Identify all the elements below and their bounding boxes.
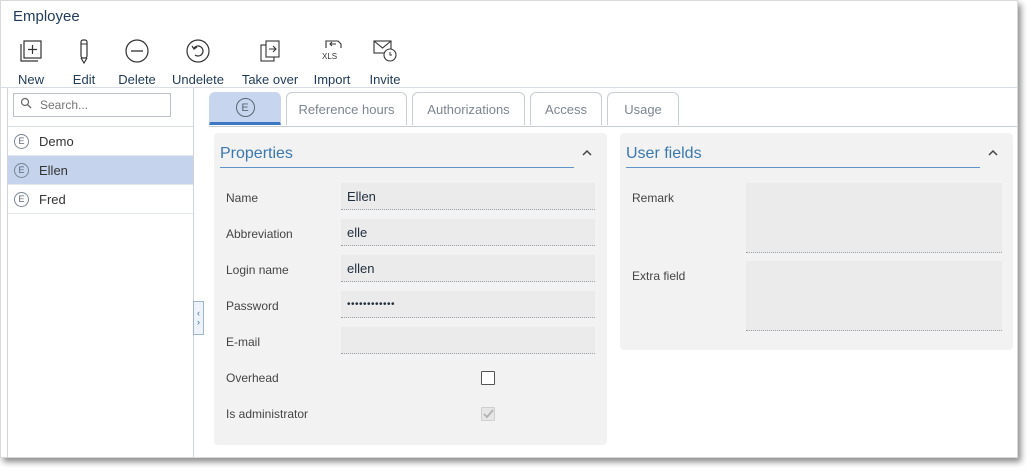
login-name-label: Login name bbox=[226, 263, 289, 277]
chevron-right-icon: › bbox=[197, 317, 200, 327]
extra-field-label: Extra field bbox=[632, 269, 686, 283]
undelete-label: Undelete bbox=[171, 72, 225, 87]
employee-list-panel: E Demo E Ellen E Fred bbox=[7, 88, 194, 458]
is-administrator-label: Is administrator bbox=[226, 407, 309, 421]
take-over-button[interactable]: Take over bbox=[235, 37, 305, 87]
email-label: E-mail bbox=[226, 335, 261, 349]
tab-usage[interactable]: Usage bbox=[607, 92, 679, 125]
password-label: Password bbox=[226, 299, 279, 313]
mail-clock-icon bbox=[371, 37, 399, 70]
overhead-checkbox[interactable] bbox=[481, 371, 495, 385]
tab-access[interactable]: Access bbox=[530, 92, 602, 125]
employee-badge-icon: E bbox=[235, 98, 255, 117]
pencil-icon bbox=[70, 37, 98, 70]
properties-panel: Properties Name Ellen Abbreviation elle … bbox=[214, 133, 607, 445]
user-fields-title-underline bbox=[626, 167, 980, 168]
user-fields-panel: User fields Remark Extra field bbox=[620, 133, 1013, 350]
undelete-button[interactable]: Undelete bbox=[161, 37, 235, 87]
toolbar: New Edit Delete Undelete Take over XLS I… bbox=[7, 37, 411, 87]
tab-employee[interactable]: E bbox=[209, 92, 281, 125]
edit-label: Edit bbox=[72, 72, 96, 87]
delete-button[interactable]: Delete bbox=[113, 37, 161, 87]
invite-label: Invite bbox=[369, 72, 401, 87]
overhead-label: Overhead bbox=[226, 371, 279, 385]
invite-button[interactable]: Invite bbox=[359, 37, 411, 87]
minus-circle-icon bbox=[123, 37, 151, 70]
list-item-fred[interactable]: E Fred bbox=[8, 185, 193, 214]
undo-circle-icon bbox=[184, 37, 212, 70]
name-field[interactable]: Ellen bbox=[341, 183, 595, 210]
employee-window: Employee New Edit Delete Undelete Take o… bbox=[0, 0, 1018, 458]
properties-title-underline bbox=[220, 167, 574, 168]
password-field[interactable]: •••••••••••• bbox=[341, 291, 595, 318]
search-input[interactable] bbox=[38, 97, 167, 113]
import-button[interactable]: XLS Import bbox=[305, 37, 359, 87]
search-icon bbox=[20, 96, 32, 114]
new-label: New bbox=[17, 72, 44, 87]
collapse-user-fields-icon[interactable] bbox=[988, 145, 998, 160]
properties-title: Properties bbox=[220, 145, 293, 162]
is-administrator-checkbox[interactable] bbox=[481, 407, 495, 421]
sidebar-collapse-toggle[interactable]: ‹ › bbox=[193, 301, 204, 335]
extra-field[interactable] bbox=[746, 261, 1002, 331]
xls-import-icon: XLS bbox=[318, 37, 346, 70]
remark-field[interactable] bbox=[746, 183, 1002, 253]
abbreviation-label: Abbreviation bbox=[226, 227, 293, 241]
remark-label: Remark bbox=[632, 191, 675, 205]
employee-badge-icon: E bbox=[14, 133, 29, 149]
collapse-properties-icon[interactable] bbox=[582, 145, 592, 160]
employee-badge-icon: E bbox=[14, 191, 29, 207]
employee-list: E Demo E Ellen E Fred bbox=[8, 126, 193, 214]
tab-divider bbox=[209, 126, 1017, 127]
new-icon bbox=[17, 37, 45, 70]
delete-label: Delete bbox=[118, 72, 156, 87]
name-label: Name bbox=[226, 191, 259, 205]
list-item-label: Fred bbox=[39, 191, 66, 207]
new-button[interactable]: New bbox=[7, 37, 55, 87]
tab-authorizations[interactable]: Authorizations bbox=[412, 92, 525, 125]
list-item-label: Demo bbox=[39, 133, 74, 149]
email-field[interactable] bbox=[341, 327, 595, 354]
list-item-label: Ellen bbox=[39, 162, 68, 178]
search-box[interactable] bbox=[13, 93, 171, 117]
user-fields-title: User fields bbox=[626, 145, 702, 162]
take-over-icon bbox=[256, 37, 284, 70]
login-name-field[interactable]: ellen bbox=[341, 255, 595, 282]
tab-reference-hours[interactable]: Reference hours bbox=[286, 92, 407, 125]
list-item-demo[interactable]: E Demo bbox=[8, 127, 193, 156]
window-title: Employee bbox=[13, 8, 80, 25]
import-label: Import bbox=[313, 72, 351, 87]
abbreviation-field[interactable]: elle bbox=[341, 219, 595, 246]
detail-tabs: E Reference hours Authorizations Access … bbox=[209, 92, 684, 125]
checkmark-icon bbox=[482, 409, 494, 419]
take-over-label: Take over bbox=[241, 72, 299, 87]
svg-text:XLS: XLS bbox=[322, 52, 337, 61]
edit-button[interactable]: Edit bbox=[55, 37, 113, 87]
employee-badge-icon: E bbox=[14, 162, 29, 178]
list-item-ellen[interactable]: E Ellen bbox=[8, 156, 193, 185]
